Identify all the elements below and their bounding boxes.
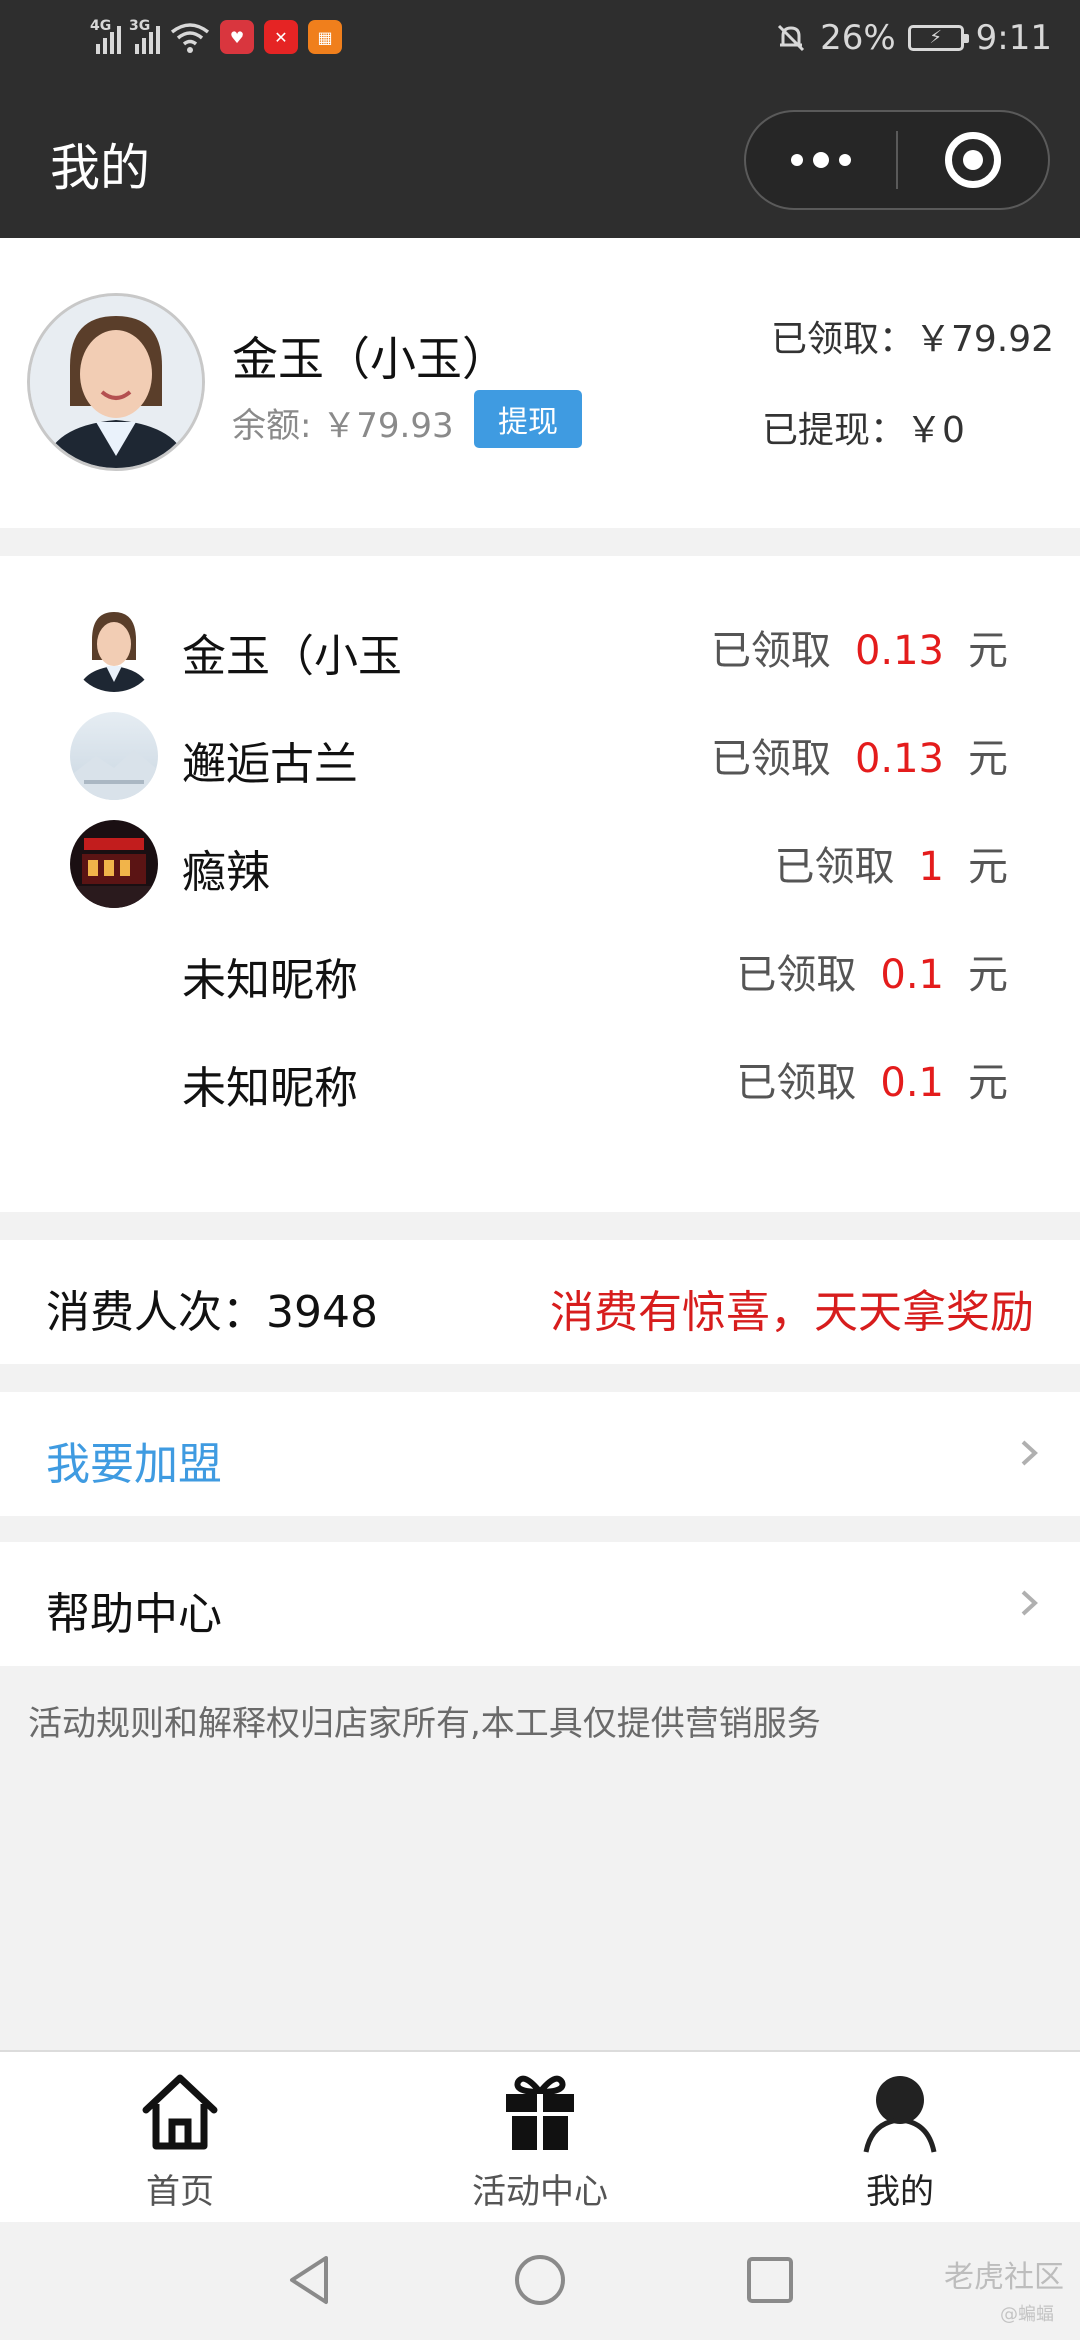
profile-card: 金玉（小玉） 余额: ￥79.93 提现 已领取：￥79.92 已提现：￥0: [0, 238, 1080, 528]
record-unit: 元: [968, 1060, 1008, 1106]
avatar: [70, 604, 158, 692]
tab-home[interactable]: 首页: [50, 2070, 310, 2220]
user-icon: [863, 2076, 937, 2153]
system-navigation-bar: 老虎社区 @蝙蝠: [0, 2222, 1080, 2340]
wifi-icon: [170, 23, 210, 53]
back-icon[interactable]: [280, 2250, 340, 2310]
tab-label: 我的: [866, 2172, 934, 2212]
join-label: 我要加盟: [46, 1439, 222, 1490]
close-button[interactable]: [898, 112, 1048, 208]
app-notification-icon: ✕: [264, 20, 298, 54]
record-amount: 1: [918, 844, 944, 890]
avatar: [70, 820, 158, 908]
record-amount: 0.1: [880, 1060, 944, 1106]
tab-activity-center[interactable]: 活动中心: [410, 2070, 670, 2220]
tab-bar: 首页 活动中心 我的: [0, 2050, 1080, 2222]
disclaimer-text: 活动规则和解释权归店家所有,本工具仅提供营销服务: [28, 1704, 821, 1744]
mute-bell-icon: [778, 24, 805, 52]
help-center-cell[interactable]: 帮助中心: [0, 1542, 1080, 1666]
promo-slogan: 消费有惊喜，天天拿奖励: [550, 1287, 1034, 1338]
withdraw-button[interactable]: 提现: [474, 390, 582, 448]
network-type-label: 4G: [90, 18, 112, 34]
list-item: 金玉（小玉 已领取 0.13 元: [0, 598, 1080, 698]
clock: 9:11: [975, 18, 1052, 58]
watermark-sub: @蝙蝠: [1000, 2304, 1054, 2325]
record-value: 已领取 0.1 元: [736, 942, 1008, 1000]
help-center-label: 帮助中心: [46, 1589, 222, 1640]
tab-mine[interactable]: 我的: [770, 2070, 1030, 2220]
status-icons-left: 4G 3G ♥ ✕ ▦: [90, 18, 342, 54]
gift-icon: [506, 2075, 574, 2150]
consumption-stats: 消费人次：3948 消费有惊喜，天天拿奖励: [0, 1240, 1080, 1364]
tab-label: 首页: [146, 2172, 214, 2212]
record-name: 金玉（小玉: [182, 631, 402, 682]
record-value: 已领取 0.13 元: [711, 726, 1008, 784]
record-name: 未知昵称: [182, 955, 358, 1006]
record-status: 已领取: [736, 1060, 857, 1106]
nav-bar: 我的: [0, 84, 1080, 238]
record-unit: 元: [968, 952, 1008, 998]
status-bar: 4G 3G ♥ ✕ ▦ 26% ⚡ 9:11: [0, 0, 1080, 84]
app-notification-icon: ▦: [308, 20, 342, 54]
consumption-count: 消费人次：3948: [46, 1287, 378, 1338]
record-status: 已领取: [710, 628, 831, 674]
claim-record-list: 金玉（小玉 已领取 0.13 元 邂逅古兰 已领取 0.13 元 瘾辣 已领取 …: [0, 556, 1080, 1212]
record-amount: 0.13: [854, 628, 944, 674]
join-cell[interactable]: 我要加盟: [0, 1392, 1080, 1516]
list-item: 瘾辣 已领取 1 元: [0, 814, 1080, 914]
list-item: 未知昵称 已领取 0.1 元: [0, 1030, 1080, 1130]
battery-icon: ⚡: [907, 25, 969, 51]
balance-text: 余额: ￥79.93: [232, 406, 454, 446]
watermark-text: 老虎社区: [944, 2260, 1064, 2295]
more-button[interactable]: [746, 112, 896, 208]
record-amount: 0.1: [880, 952, 944, 998]
record-amount: 0.13: [854, 736, 944, 782]
avatar: [70, 712, 158, 800]
home-icon: [142, 2074, 218, 2150]
record-status: 已领取: [774, 844, 895, 890]
home-circle-icon[interactable]: [510, 2250, 570, 2310]
withdrawn-total: 已提现：￥0: [762, 410, 965, 451]
signal-icon: 4G: [90, 18, 121, 54]
tab-label: 活动中心: [472, 2172, 608, 2212]
record-value: 已领取 1 元: [775, 834, 1008, 892]
record-status: 已领取: [736, 952, 857, 998]
record-unit: 元: [968, 844, 1008, 890]
list-item: 邂逅古兰 已领取 0.13 元: [0, 706, 1080, 806]
record-unit: 元: [968, 736, 1008, 782]
status-icons-right: 26% ⚡ 9:11: [774, 18, 1052, 58]
chevron-right-icon: [1021, 1590, 1038, 1616]
target-close-icon: [944, 132, 1001, 188]
recent-apps-icon[interactable]: [740, 2250, 800, 2310]
record-status: 已领取: [710, 736, 831, 782]
record-unit: 元: [968, 628, 1008, 674]
record-name: 未知昵称: [182, 1063, 358, 1114]
app-notification-icon: ♥: [220, 20, 254, 54]
list-item: 未知昵称 已领取 0.1 元: [0, 922, 1080, 1022]
received-total: 已领取：￥79.92: [770, 319, 1054, 360]
avatar: [27, 293, 205, 471]
chevron-right-icon: [1021, 1440, 1038, 1466]
signal-icon: 3G: [129, 18, 160, 54]
record-value: 已领取 0.13 元: [711, 618, 1008, 676]
page-title: 我的: [50, 139, 150, 197]
network-type-label: 3G: [129, 18, 151, 34]
user-name: 金玉（小玉）: [232, 332, 508, 386]
record-value: 已领取 0.1 元: [736, 1050, 1008, 1108]
record-name: 瘾辣: [182, 847, 270, 898]
battery-percent: 26%: [820, 18, 896, 58]
record-name: 邂逅古兰: [182, 739, 358, 790]
mini-program-capsule: [744, 110, 1050, 210]
